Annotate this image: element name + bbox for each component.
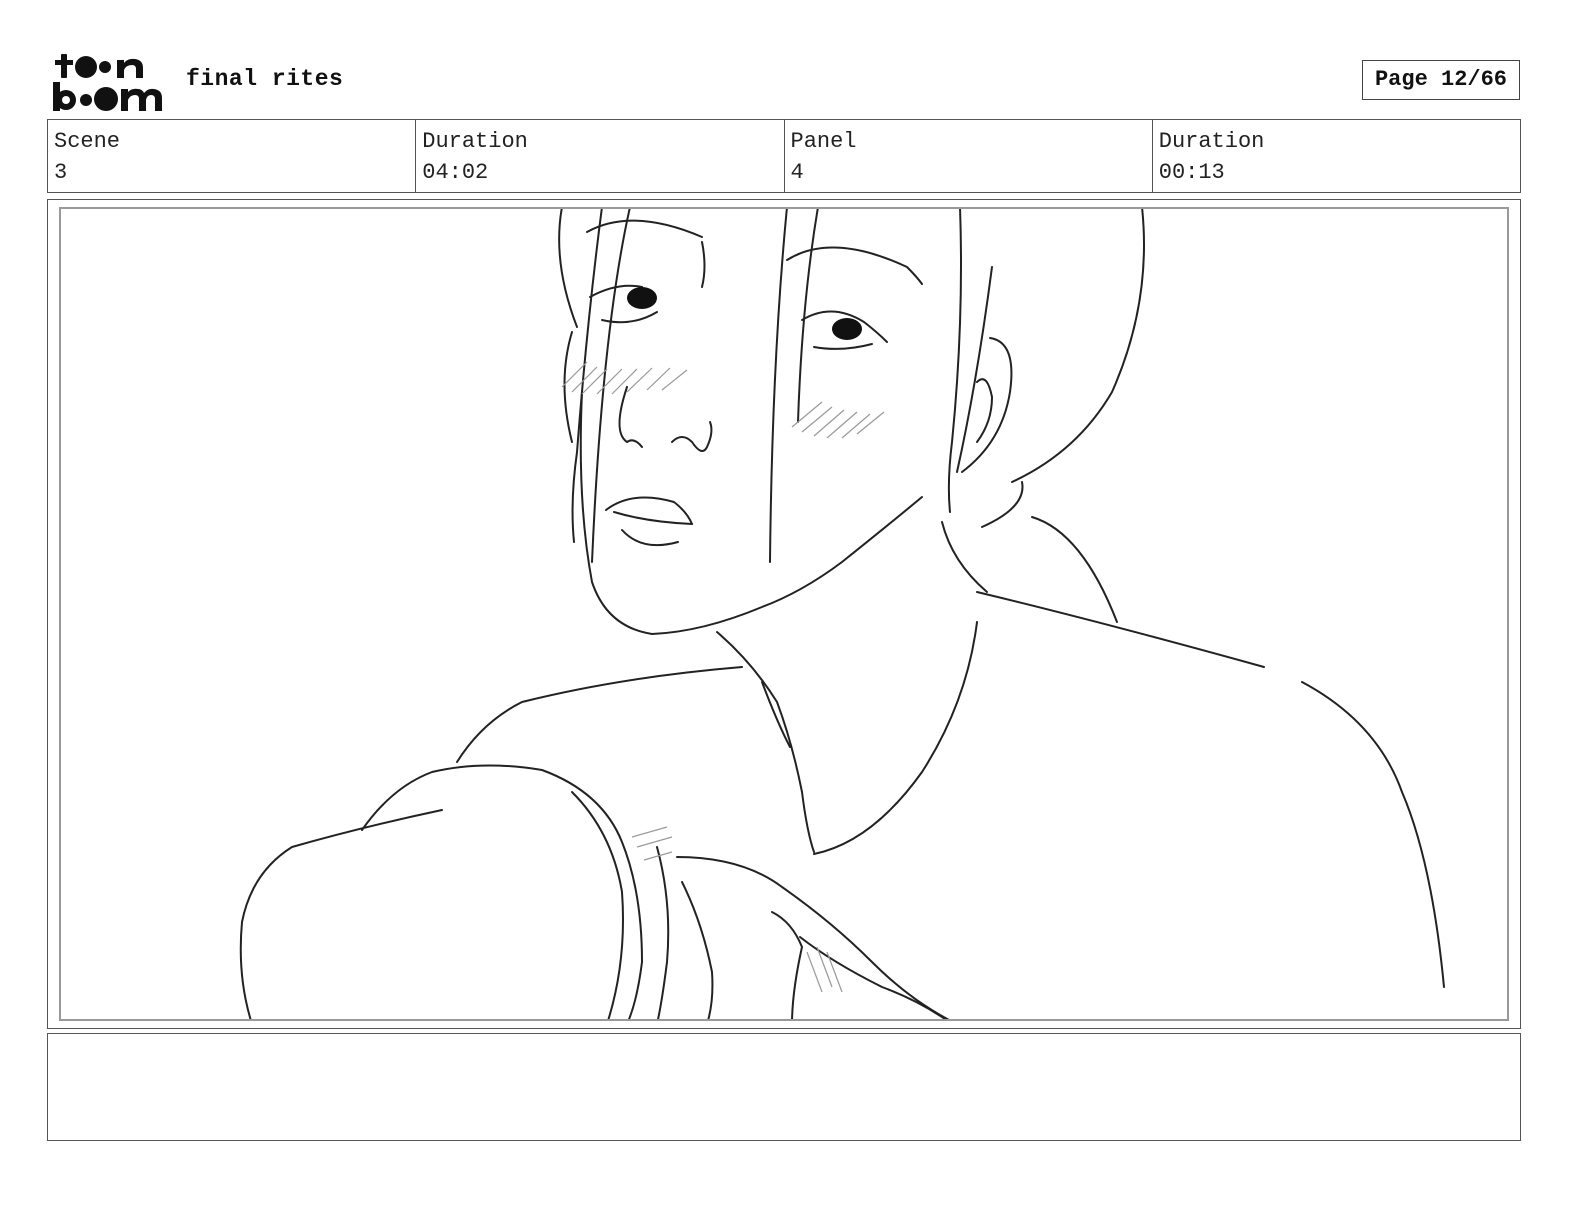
scene-info-table: Scene 3 Duration 04:02 Panel 4 Duration …	[47, 119, 1521, 193]
scene-value: 3	[54, 160, 68, 185]
panel-cell: Panel 4	[785, 120, 1153, 192]
panel-value: 4	[790, 160, 804, 185]
scene-duration-value: 04:02	[422, 160, 489, 185]
panel-duration-label: Duration	[1158, 129, 1265, 154]
panel-label: Panel	[790, 129, 857, 154]
panel-duration-cell: Duration 00:13	[1153, 120, 1520, 192]
scene-label: Scene	[54, 129, 121, 154]
scene-duration-label: Duration	[422, 129, 528, 154]
scene-cell: Scene 3	[48, 120, 417, 192]
panel-duration-value: 00:13	[1158, 160, 1225, 185]
sketch-drawing	[239, 209, 1445, 1019]
scene-duration-cell: Duration 04:02	[416, 120, 785, 192]
toon-boom-logo	[53, 54, 162, 111]
page-number: Page 12/66	[1362, 60, 1520, 100]
panel-image	[59, 207, 1509, 1021]
panel-notes-box	[47, 1033, 1521, 1141]
project-title: final rites	[186, 66, 344, 92]
